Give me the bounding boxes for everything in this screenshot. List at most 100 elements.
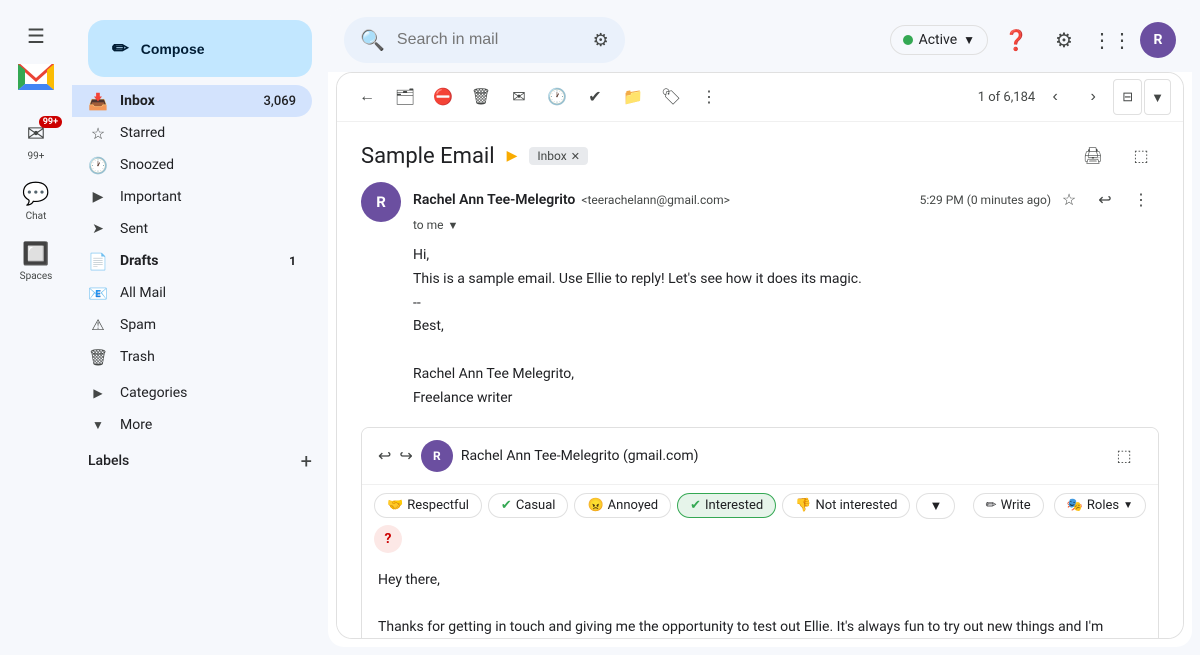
hamburger-icon[interactable]: ☰ [16,16,56,56]
casual-emoji: ✔ [501,498,512,513]
search-bar[interactable]: 🔍 ⚙ [344,17,625,63]
next-email-button[interactable]: › [1075,79,1111,115]
star-button[interactable]: ☆ [1051,182,1087,218]
inbox-tag: Inbox ✕ [529,147,588,165]
sidebar-item-trash[interactable]: 🗑 Trash [72,341,312,373]
apps-button[interactable]: ⋮⋮ [1092,20,1132,60]
back-button[interactable]: ← [349,79,385,115]
reply-body-main: Thanks for getting in touch and giving m… [378,616,1142,639]
drafts-icon: 📄 [88,252,108,271]
roles-emoji: 🎭 [1067,498,1083,513]
sidebar-item-chat[interactable]: 💬 Chat [6,174,66,230]
email-timestamp: 5:29 PM (0 minutes ago) [920,193,1051,207]
categories-expand-icon: ▶ [88,386,108,400]
report-spam-button[interactable]: ⛔ [425,79,461,115]
delete-button[interactable]: 🗑 [463,79,499,115]
email-body-hi: Hi, [413,244,1159,268]
sidebar-item-sent[interactable]: ➤ Sent [72,213,312,245]
snooze-button[interactable]: 🕐 [539,79,575,115]
sidebar-item-spam[interactable]: ⚠ Spam [72,309,312,341]
gmail-logo [18,64,54,90]
settings-button[interactable]: ⚙ [1044,20,1084,60]
search-input[interactable] [397,31,581,49]
reply-avatar: R [421,440,453,472]
reply-to-label: Rachel Ann Tee-Melegrito (gmail.com) [461,448,1098,464]
new-window-button[interactable]: ⬚ [1123,138,1159,174]
print-button[interactable]: 🖨 [1075,138,1111,174]
email-body-main: This is a sample email. Use Ellie to rep… [413,268,1159,292]
tone-chip-annoyed[interactable]: 😠 Annoyed [574,493,671,518]
spam-icon: ⚠ [88,316,108,334]
sidebar-item-more[interactable]: ▼ More [72,409,312,441]
pagination-info: 1 of 6,184 [978,90,1035,105]
help-question-button[interactable]: ? [374,525,402,553]
more-expand-icon: ▼ [88,418,108,432]
write-chip[interactable]: ✏ Write [973,493,1044,518]
sidebar-item-all-mail[interactable]: 📧 All Mail [72,277,312,309]
view-expand-button[interactable]: ▼ [1144,79,1171,115]
all-mail-icon: 📧 [88,284,108,303]
status-dot [903,35,913,45]
search-icon: 🔍 [360,28,385,52]
avatar[interactable]: R [1140,22,1176,58]
email-forward-icon: ▶ [507,148,518,164]
sidebar-item-inbox[interactable]: 📥 Inbox 3,069 [72,85,312,117]
to-me-label: to me [413,218,444,232]
reply-quick-button[interactable]: ↩ [1087,182,1123,218]
sender-avatar: R [361,182,401,222]
starred-icon: ☆ [88,124,108,143]
sender-email-display: <teerachelann@gmail.com> [581,193,730,207]
inbox-tag-close[interactable]: ✕ [571,150,580,163]
email-body-name: Rachel Ann Tee Melegrito, [413,363,1159,387]
sidebar-item-drafts[interactable]: 📄 Drafts 1 [72,245,312,277]
tone-more-button[interactable]: ▼ [916,493,955,519]
reply-forward-icon: ↪ [399,446,412,465]
search-filter-icon[interactable]: ⚙ [593,30,609,51]
tone-chip-interested[interactable]: ✔ Interested [677,493,776,518]
sidebar-item-important[interactable]: ▶ Important [72,181,312,213]
email-body-separator: -- [413,292,1159,316]
tone-chip-casual[interactable]: ✔ Casual [488,493,569,518]
prev-email-button[interactable]: ‹ [1037,79,1073,115]
add-label-icon[interactable]: + [301,449,312,473]
write-emoji: ✏ [986,498,997,513]
archive-button[interactable]: 🗂 [387,79,423,115]
more-email-actions[interactable]: ⋮ [1123,182,1159,218]
email-subject: Sample Email [361,144,495,169]
move-to-button[interactable]: 📁 [615,79,651,115]
compose-edit-icon: ✏ [112,36,129,61]
sidebar-item-categories[interactable]: ▶ Categories [72,377,312,409]
tone-chip-respectful[interactable]: 🤝 Respectful [374,493,482,518]
roles-chevron-icon: ▼ [1123,500,1133,511]
reply-back-icon: ↩ [378,446,391,465]
sidebar-item-snoozed[interactable]: 🕐 Snoozed [72,149,312,181]
email-body-best: Best, [413,315,1159,339]
mark-read-button[interactable]: ✉ [501,79,537,115]
status-chevron-icon: ▼ [963,33,975,47]
labels-button[interactable]: 🏷 [653,79,689,115]
to-me-expand-icon[interactable]: ▼ [448,219,459,232]
add-task-button[interactable]: ✔ [577,79,613,115]
help-button[interactable]: ❓ [996,20,1036,60]
trash-icon: 🗑 [88,348,108,367]
sidebar-item-mail[interactable]: ✉ 99+ 99+ [6,114,66,170]
labels-heading: Labels [88,453,129,469]
view-toggle-button[interactable]: ⊟ [1113,79,1142,115]
sender-name: Rachel Ann Tee-Melegrito [413,192,575,208]
snoozed-icon: 🕐 [88,156,108,175]
roles-button[interactable]: 🎭 Roles ▼ [1054,493,1146,518]
email-body-title: Freelance writer [413,387,1159,411]
reply-maximize-button[interactable]: ⬚ [1106,438,1142,474]
interested-emoji: ✔ [690,498,701,513]
inbox-icon: 📥 [88,92,108,111]
more-actions-button[interactable]: ⋮ [691,79,727,115]
sidebar-item-starred[interactable]: ☆ Starred [72,117,312,149]
sent-icon: ➤ [88,221,108,237]
important-icon: ▶ [88,189,108,205]
annoyed-emoji: 😠 [587,498,603,513]
sidebar-item-spaces[interactable]: 🔲 Spaces [6,234,66,290]
tone-chip-not-interested[interactable]: 👎 Not interested [782,493,910,518]
compose-button[interactable]: ✏ Compose [88,20,312,77]
status-button[interactable]: Active ▼ [890,25,988,55]
not-interested-emoji: 👎 [795,498,811,513]
